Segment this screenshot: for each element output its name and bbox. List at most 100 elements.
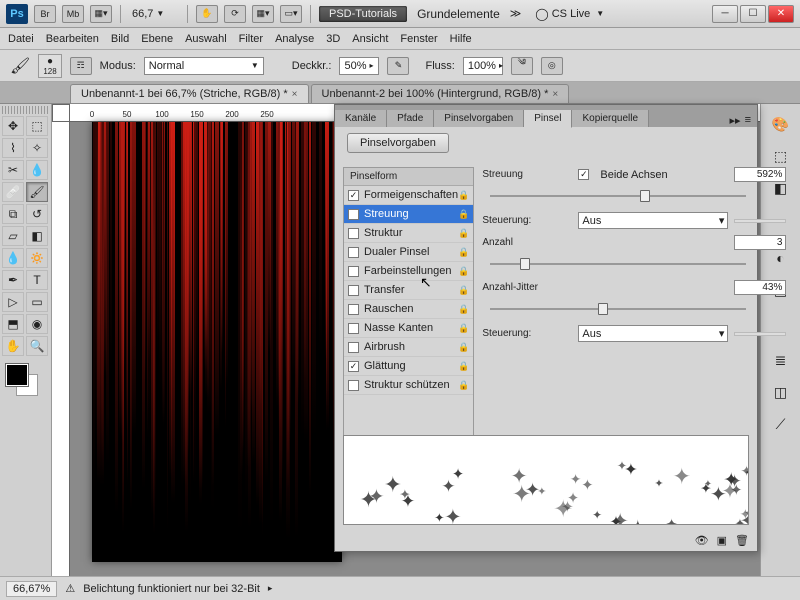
path-select-tool[interactable]: ▷ (2, 292, 24, 312)
count-jitter-slider[interactable] (490, 301, 746, 317)
tab-close-icon[interactable]: × (552, 89, 558, 100)
tab-kopierquelle[interactable]: Kopierquelle (572, 110, 649, 127)
menu-auswahl[interactable]: Auswahl (185, 33, 227, 45)
brush-option-transfer[interactable]: Transfer🔒 (344, 281, 473, 300)
workspace-secondary[interactable]: Grundelemente (417, 7, 500, 21)
3d-tool[interactable]: ⬒ (2, 314, 24, 334)
checkbox[interactable] (348, 228, 359, 239)
shape-tool[interactable]: ▭ (26, 292, 48, 312)
tab-pfade[interactable]: Pfade (387, 110, 434, 127)
new-preset-icon[interactable]: ▣ (717, 534, 727, 547)
dodge-tool[interactable]: 🔅 (26, 248, 48, 268)
both-axes-checkbox[interactable] (578, 169, 589, 180)
checkbox[interactable] (348, 190, 359, 201)
hand-icon[interactable]: ✋ (196, 5, 218, 23)
lock-icon[interactable]: 🔒 (458, 342, 469, 353)
brush-panel-toggle-icon[interactable]: ☶ (70, 57, 92, 75)
checkbox[interactable] (348, 266, 359, 277)
menu-ansicht[interactable]: Ansicht (352, 33, 388, 45)
brush-option-formeigenschaften[interactable]: Formeigenschaften🔒 (344, 186, 473, 205)
marquee-tool[interactable]: ⬚ (26, 116, 48, 136)
checkbox[interactable] (348, 209, 359, 220)
tab-kanaele[interactable]: Kanäle (335, 110, 387, 127)
arrange-icon[interactable]: ▦▾ (252, 5, 274, 23)
pen-tool[interactable]: ✒ (2, 270, 24, 290)
blur-tool[interactable]: 💧 (2, 248, 24, 268)
lock-icon[interactable]: 🔒 (458, 380, 469, 391)
brush-tool[interactable]: 🖌 (26, 182, 48, 202)
scatter-slider[interactable] (490, 188, 746, 204)
preset-button[interactable]: Pinselvorgaben (347, 133, 449, 153)
trash-icon[interactable]: 🗑 (735, 534, 749, 547)
count-value[interactable]: 3 (734, 235, 786, 250)
healing-tool[interactable]: 🩹 (2, 182, 24, 202)
lock-icon[interactable]: 🔒 (458, 266, 469, 277)
eraser-tool[interactable]: ▱ (2, 226, 24, 246)
brush-option-glättung[interactable]: Glättung🔒 (344, 357, 473, 376)
bridge-icon[interactable]: Br (34, 5, 56, 23)
opacity-input[interactable]: 50%▸ (339, 57, 379, 75)
lock-icon[interactable]: 🔒 (458, 209, 469, 220)
foreground-color[interactable] (6, 364, 28, 386)
minimize-button[interactable]: ─ (712, 5, 738, 23)
ruler-vertical[interactable] (52, 122, 70, 580)
toggle-preview-icon[interactable]: 👁 (695, 534, 709, 547)
document-tab[interactable]: Unbenannt-2 bei 100% (Hintergrund, RGB/8… (311, 84, 570, 103)
menu-bild[interactable]: Bild (111, 33, 129, 45)
brush-option-nasse-kanten[interactable]: Nasse Kanten🔒 (344, 319, 473, 338)
gradient-tool[interactable]: ◧ (26, 226, 48, 246)
lock-icon[interactable]: 🔒 (458, 285, 469, 296)
tab-pinselvorgaben[interactable]: Pinselvorgaben (434, 110, 524, 127)
crop-tool[interactable]: ✂ (2, 160, 24, 180)
cslive-button[interactable]: ◯CS Live▼ (535, 7, 604, 21)
close-button[interactable]: ✕ (768, 5, 794, 23)
rotate-icon[interactable]: ⟳ (224, 5, 246, 23)
checkbox[interactable] (348, 304, 359, 315)
screenmode-icon[interactable]: ▭▾ (280, 5, 302, 23)
workspace-chevron-icon[interactable]: ≫ (510, 7, 522, 20)
swatches-panel-icon[interactable]: ⬚ (769, 144, 793, 168)
mode-select[interactable]: Normal▼ (144, 57, 264, 75)
airbrush-icon[interactable]: ༄ (511, 57, 533, 75)
document-tab[interactable]: Unbenannt-1 bei 66,7% (Striche, RGB/8) *… (70, 84, 309, 103)
lock-icon[interactable]: 🔒 (458, 361, 469, 372)
checkbox[interactable] (348, 323, 359, 334)
checkbox[interactable] (348, 247, 359, 258)
status-zoom[interactable]: 66,67% (6, 581, 57, 597)
type-tool[interactable]: T (26, 270, 48, 290)
brush-option-dualer-pinsel[interactable]: Dualer Pinsel🔒 (344, 243, 473, 262)
color-panel-icon[interactable]: 🎨 (769, 112, 793, 136)
menu-analyse[interactable]: Analyse (275, 33, 314, 45)
menu-3d[interactable]: 3D (326, 33, 340, 45)
view-extras-icon[interactable]: ▦▾ (90, 5, 112, 23)
history-brush-tool[interactable]: ↺ (26, 204, 48, 224)
brush-option-airbrush[interactable]: Airbrush🔒 (344, 338, 473, 357)
zoom-level[interactable]: 66,7▼ (129, 7, 179, 21)
menu-fenster[interactable]: Fenster (400, 33, 437, 45)
move-tool[interactable]: ✥ (2, 116, 24, 136)
zoom-tool[interactable]: 🔍 (26, 336, 48, 356)
ruler-origin[interactable] (52, 104, 70, 122)
lock-icon[interactable]: 🔒 (458, 323, 469, 334)
brush-tip-header[interactable]: Pinselform (344, 168, 473, 186)
checkbox[interactable] (348, 380, 359, 391)
brush-option-rauschen[interactable]: Rauschen🔒 (344, 300, 473, 319)
menu-hilfe[interactable]: Hilfe (450, 33, 472, 45)
lock-icon[interactable]: 🔒 (458, 247, 469, 258)
brush-preset-picker[interactable]: ●128 (38, 54, 61, 78)
lock-icon[interactable]: 🔒 (458, 228, 469, 239)
lock-icon[interactable]: 🔒 (458, 304, 469, 315)
menu-ebene[interactable]: Ebene (141, 33, 173, 45)
menu-datei[interactable]: Datei (8, 33, 34, 45)
expand-icon[interactable]: ▸▸ (730, 114, 741, 127)
panel-menu-icon[interactable]: ≡ (745, 114, 751, 127)
workspace-label[interactable]: PSD-Tutorials (319, 6, 407, 22)
hand-tool[interactable]: ✋ (2, 336, 24, 356)
tab-close-icon[interactable]: × (292, 89, 298, 100)
brush-option-farbeinstellungen[interactable]: Farbeinstellungen🔒 (344, 262, 473, 281)
checkbox[interactable] (348, 285, 359, 296)
count-jitter-value[interactable]: 43% (734, 280, 786, 295)
brush-tool-icon[interactable]: 🖌 (10, 56, 30, 76)
menu-bearbeiten[interactable]: Bearbeiten (46, 33, 99, 45)
maximize-button[interactable]: ☐ (740, 5, 766, 23)
